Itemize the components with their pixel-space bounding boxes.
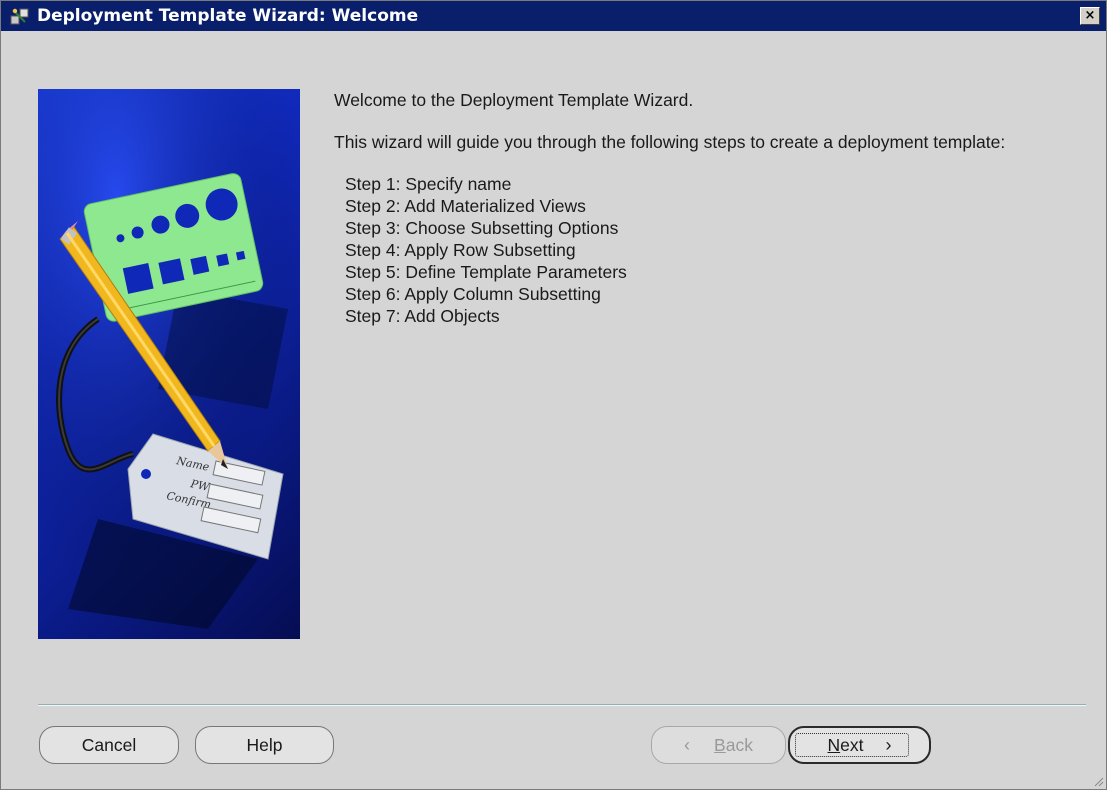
cancel-button-label: Cancel — [81, 734, 137, 755]
wizard-app-icon — [9, 5, 31, 27]
next-button[interactable]: Next › — [788, 726, 931, 764]
back-button[interactable]: ‹ Back — [651, 726, 786, 764]
help-button[interactable]: Help — [195, 726, 334, 764]
window-title: Deployment Template Wizard: Welcome — [37, 6, 419, 26]
welcome-content: Welcome to the Deployment Template Wizar… — [334, 89, 1084, 327]
chevron-right-icon: › — [885, 734, 892, 755]
list-item: Step 3: Choose Subsetting Options — [345, 218, 619, 238]
list-item: Step 7: Add Objects — [345, 306, 500, 326]
list-item: Step 5: Define Template Parameters — [345, 262, 627, 282]
list-item: Step 4: Apply Row Subsetting — [345, 240, 576, 260]
back-button-label: Back — [714, 734, 753, 755]
next-button-label: Next — [827, 734, 864, 755]
chevron-left-icon: ‹ — [684, 734, 691, 755]
close-icon[interactable]: × — [1080, 7, 1100, 25]
welcome-heading: Welcome to the Deployment Template Wizar… — [334, 90, 694, 110]
steps-list: Step 1: Specify name Step 2: Add Materia… — [334, 173, 1084, 327]
list-item: Step 2: Add Materialized Views — [345, 196, 586, 216]
list-item: Step 1: Specify name — [345, 174, 512, 194]
cancel-button[interactable]: Cancel — [39, 726, 179, 764]
wizard-window: Deployment Template Wizard: Welcome × Na… — [0, 0, 1107, 790]
list-item: Step 6: Apply Column Subsetting — [345, 284, 601, 304]
wizard-illustration: Name PW Confirm — [38, 89, 300, 639]
title-bar: Deployment Template Wizard: Welcome × — [1, 1, 1106, 31]
intro-text: This wizard will guide you through the f… — [334, 132, 1006, 152]
resize-grip-icon[interactable] — [1092, 775, 1104, 787]
help-button-label: Help — [246, 734, 283, 755]
divider — [38, 704, 1086, 706]
